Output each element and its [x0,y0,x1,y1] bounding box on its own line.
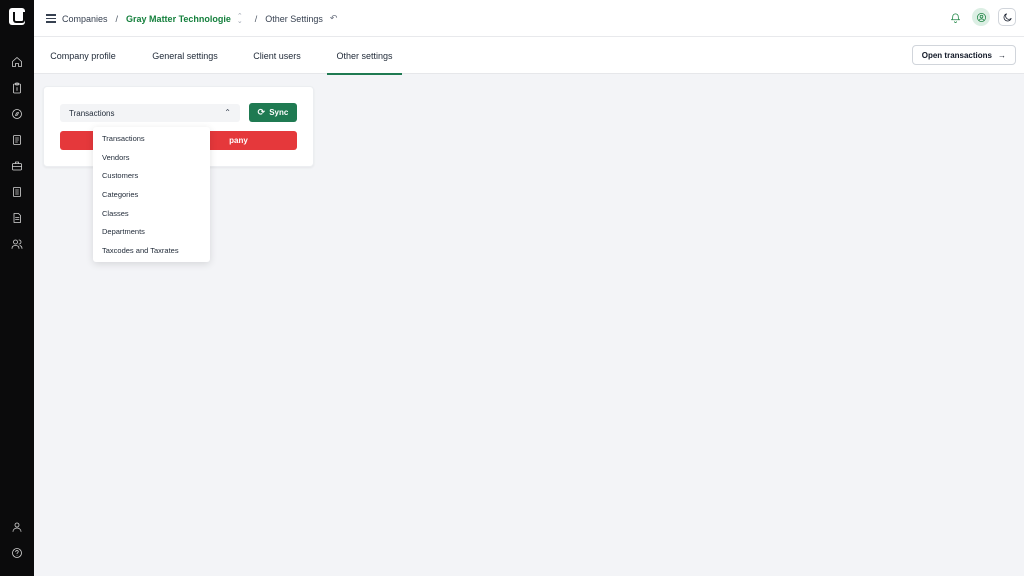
app-logo[interactable] [9,8,25,25]
sync-button[interactable]: ⟳ Sync [249,103,297,122]
breadcrumb-separator: / [254,13,258,24]
breadcrumb-separator: / [115,13,119,24]
dropdown-option[interactable]: Customers [93,166,210,185]
briefcase-icon[interactable] [9,158,25,174]
chevron-up-down-icon[interactable]: ⌃ ⌄ [237,13,243,25]
dropdown-option[interactable]: Categories [93,185,210,204]
users-icon[interactable] [9,236,25,252]
breadcrumb: Companies / Gray Matter Technologie ⌃ ⌄ /… [62,0,337,37]
profile-icon[interactable] [9,519,25,535]
tab-company-profile[interactable]: Company profile [40,37,126,74]
top-bar: Companies / Gray Matter Technologie ⌃ ⌄ /… [34,0,1024,37]
compass-icon[interactable] [9,106,25,122]
help-icon[interactable] [9,545,25,561]
tab-client-users[interactable]: Client users [245,37,309,74]
moon-icon[interactable] [998,8,1016,26]
clipboard-icon[interactable] [9,80,25,96]
document-icon[interactable] [9,132,25,148]
bell-icon[interactable] [946,8,964,26]
user-avatar-icon[interactable] [972,8,990,26]
chevron-up-icon: ⌃ [224,108,231,117]
tab-general-settings[interactable]: General settings [142,37,228,74]
breadcrumb-companies[interactable]: Companies [62,14,108,24]
open-transactions-label: Open transactions [921,50,992,60]
menu-icon[interactable] [46,12,56,24]
receipt-icon[interactable] [9,210,25,226]
ledger-icon[interactable] [9,184,25,200]
dropdown-option[interactable]: Vendors [93,148,210,167]
tabs-bar: Company profile General settings Client … [34,37,1024,75]
refresh-icon: ⟳ [257,107,266,117]
breadcrumb-company[interactable]: Gray Matter Technologie [126,14,231,24]
dropdown-option[interactable]: Classes [93,204,210,223]
open-transactions-button[interactable]: Open transactions → [911,45,1016,65]
select-value: Transactions [69,108,115,118]
danger-button-label: pany [229,136,248,145]
home-icon[interactable] [9,54,25,70]
sidebar [0,0,34,576]
arrow-right-icon: → [998,50,1006,60]
dropdown-option[interactable]: Departments [93,222,210,241]
breadcrumb-current: Other Settings [265,13,323,24]
dropdown-option[interactable]: Transactions [93,129,210,148]
sync-type-select[interactable]: Transactions ⌃ [60,104,240,122]
undo-icon[interactable]: ↶ [330,13,338,24]
sync-type-dropdown: Transactions Vendors Customers Categorie… [93,127,210,262]
sync-label: Sync [269,108,289,117]
tab-other-settings[interactable]: Other settings [327,37,402,75]
dropdown-option[interactable]: Taxcodes and Taxrates [93,241,210,260]
